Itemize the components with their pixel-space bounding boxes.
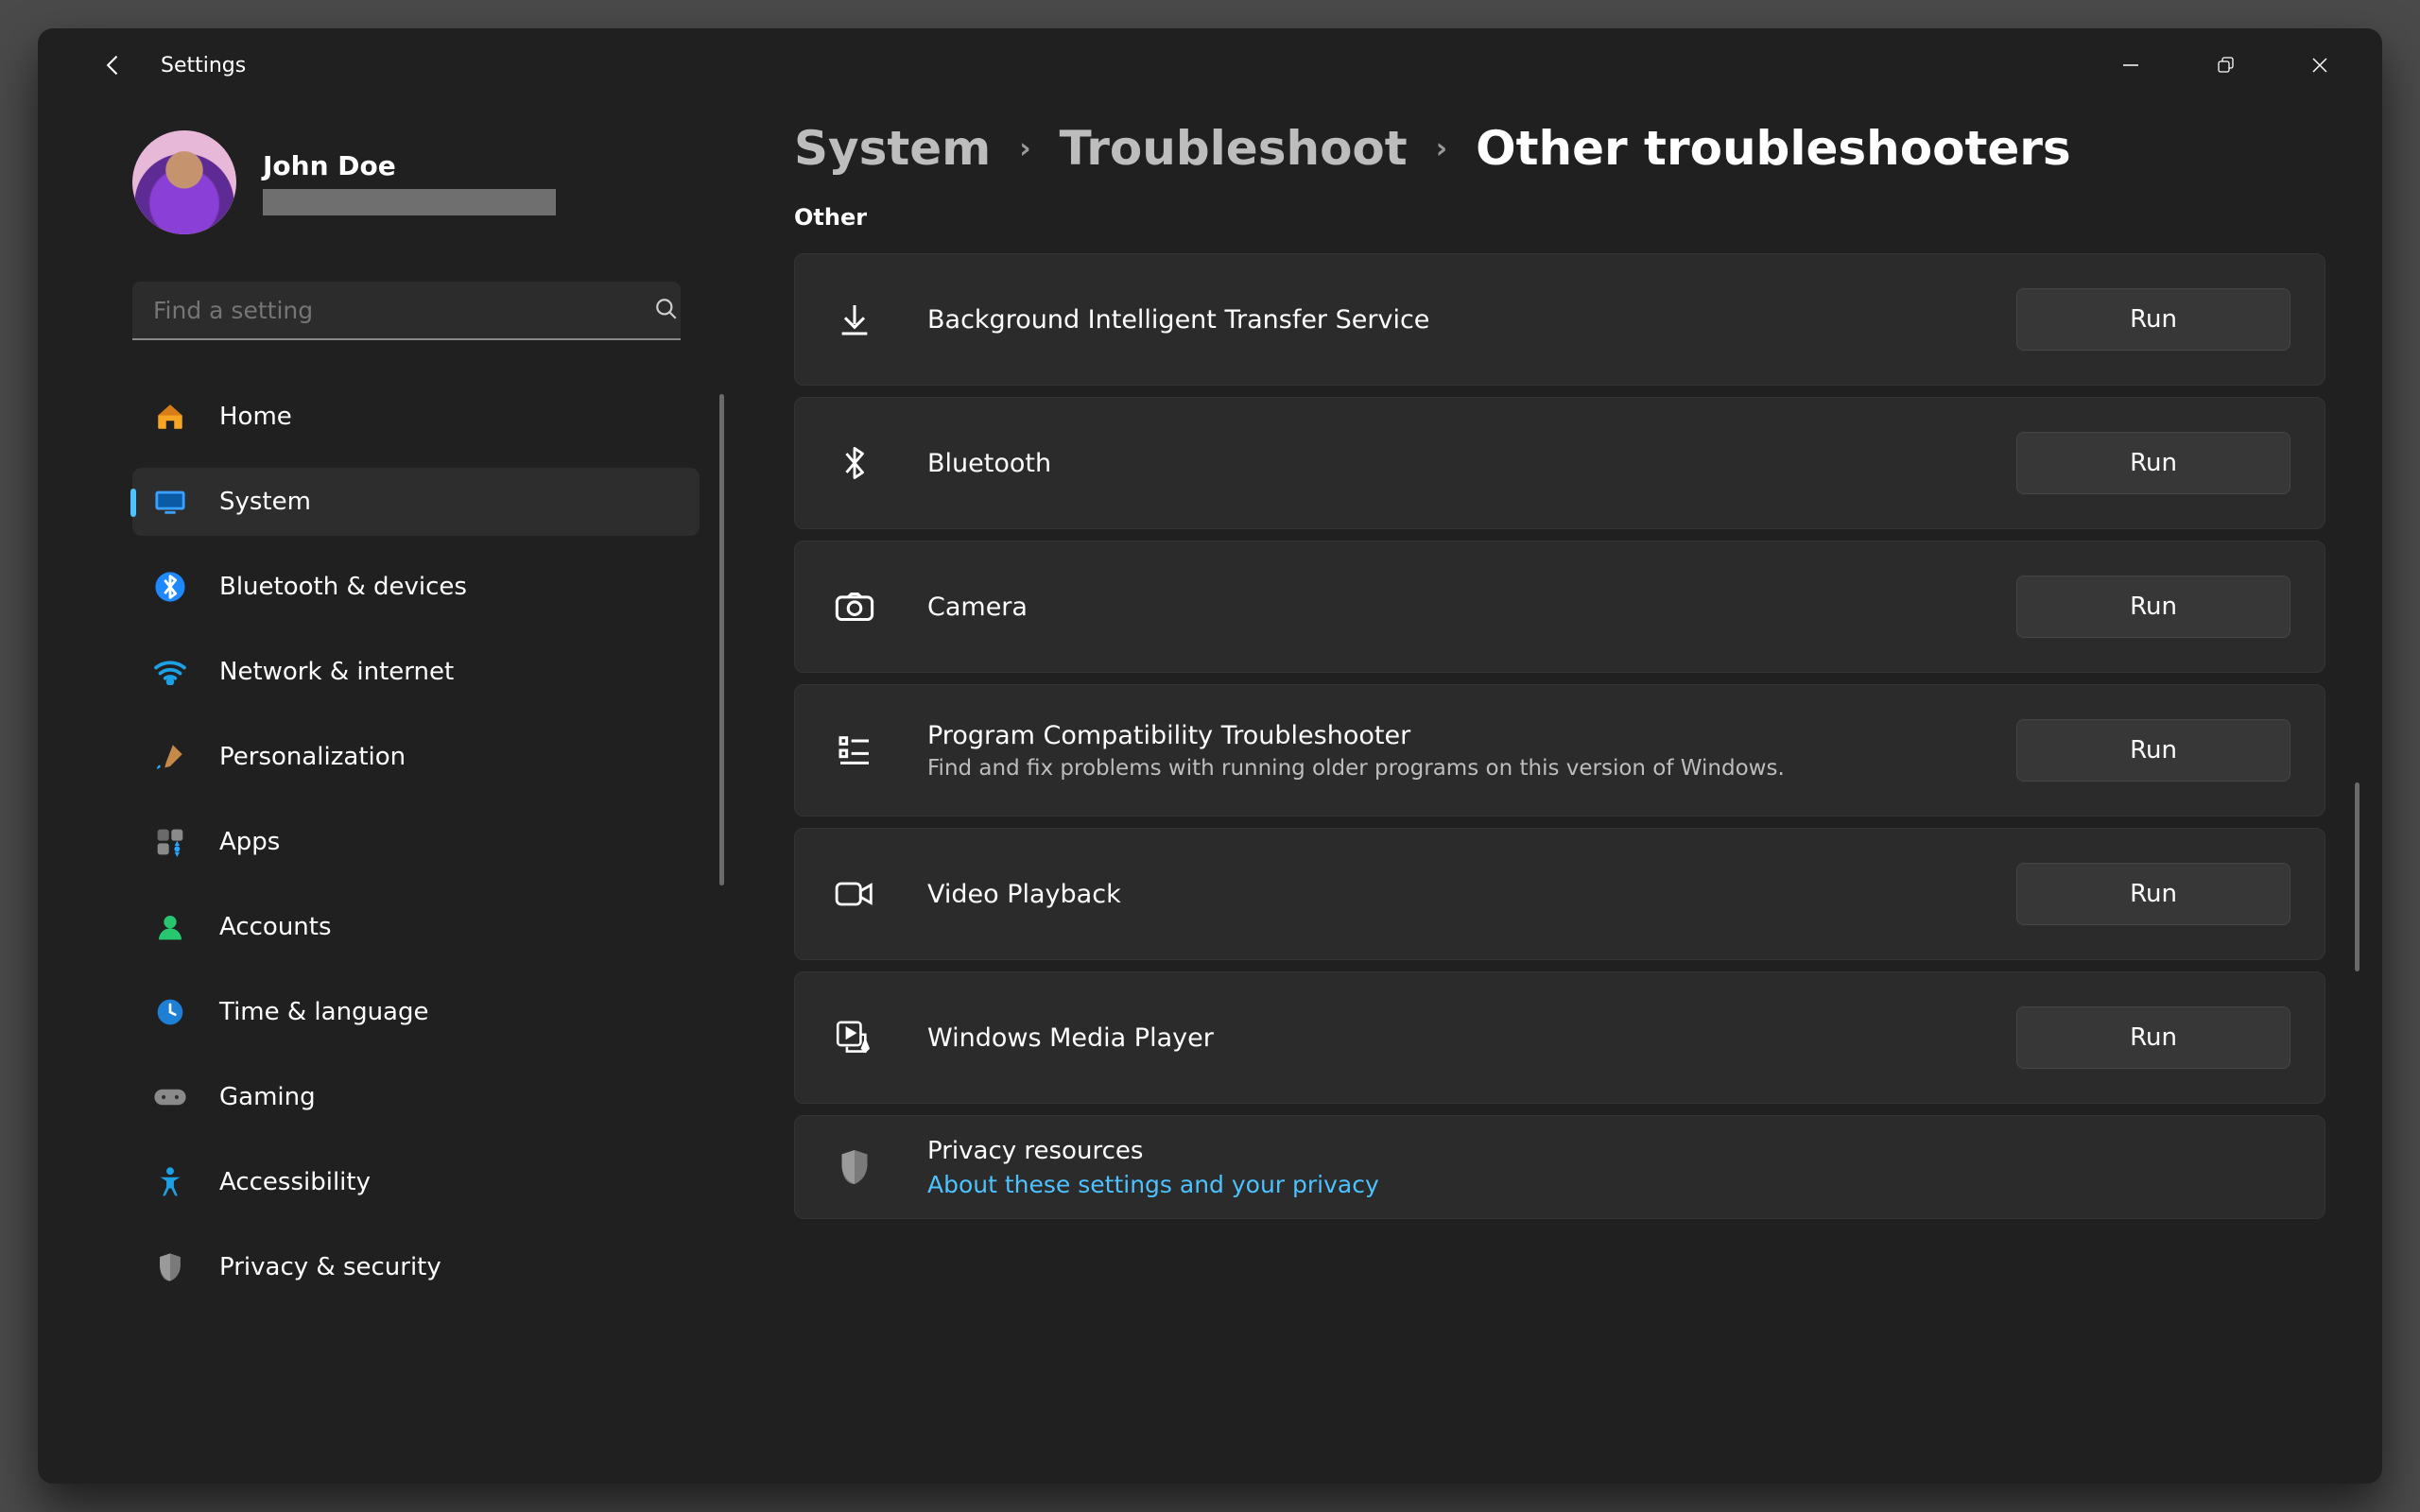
- troubleshooter-title: Background Intelligent Transfer Service: [927, 305, 2016, 335]
- run-button[interactable]: Run: [2016, 576, 2290, 638]
- shield-icon: [829, 1147, 880, 1187]
- gaming-icon: [153, 1080, 187, 1114]
- sidebar-item-accounts[interactable]: Accounts: [132, 893, 700, 961]
- troubleshooter-title: Windows Media Player: [927, 1023, 2016, 1053]
- run-button[interactable]: Run: [2016, 1006, 2290, 1069]
- sidebar-item-label: Time & language: [219, 998, 428, 1026]
- download-icon: [829, 301, 880, 338]
- sidebar-item-label: Accessibility: [219, 1168, 371, 1196]
- run-button[interactable]: Run: [2016, 432, 2290, 494]
- sidebar-item-label: Home: [219, 403, 292, 431]
- settings-window: Settings John Doe: [38, 28, 2382, 1484]
- troubleshooter-row: Windows Media Player Run: [794, 971, 2325, 1104]
- close-button[interactable]: [2273, 37, 2367, 94]
- sidebar-item-label: Accounts: [219, 913, 332, 941]
- run-button[interactable]: Run: [2016, 719, 2290, 782]
- chevron-right-icon: ›: [1019, 132, 1030, 165]
- system-icon: [153, 485, 187, 519]
- maximize-button[interactable]: [2178, 37, 2273, 94]
- list-icon: [829, 731, 880, 769]
- sidebar-item-personalization[interactable]: Personalization: [132, 723, 700, 791]
- sidebar-item-label: Bluetooth & devices: [219, 573, 467, 601]
- accessibility-icon: [153, 1165, 187, 1199]
- nav-list: Home System Bluetooth & devices: [132, 383, 700, 1318]
- main-scrollbar[interactable]: [2355, 782, 2360, 971]
- search-input[interactable]: [132, 282, 681, 340]
- minimize-button[interactable]: [2083, 37, 2178, 94]
- sidebar-item-label: Privacy & security: [219, 1253, 441, 1281]
- sidebar-item-apps[interactable]: Apps: [132, 808, 700, 876]
- wifi-icon: [153, 655, 187, 689]
- main-content: System › Troubleshoot › Other troublesho…: [737, 102, 2382, 1484]
- chevron-right-icon: ›: [1436, 132, 1447, 165]
- sidebar-item-home[interactable]: Home: [132, 383, 700, 451]
- clock-icon: [153, 995, 187, 1029]
- privacy-title: Privacy resources: [927, 1137, 2290, 1165]
- home-icon: [153, 400, 187, 434]
- brush-icon: [153, 740, 187, 774]
- profile-email-redacted: [263, 189, 556, 215]
- troubleshooter-row: Bluetooth Run: [794, 397, 2325, 529]
- sidebar-item-label: Gaming: [219, 1083, 316, 1111]
- search-box[interactable]: [132, 282, 700, 340]
- sidebar-item-label: System: [219, 488, 311, 516]
- breadcrumb-system[interactable]: System: [794, 121, 991, 176]
- window-controls: [2083, 37, 2367, 94]
- sidebar-item-label: Network & internet: [219, 658, 454, 686]
- sidebar-item-privacy-security[interactable]: Privacy & security: [132, 1233, 700, 1301]
- sidebar-item-accessibility[interactable]: Accessibility: [132, 1148, 700, 1216]
- bluetooth-icon: [829, 442, 880, 484]
- sidebar-item-system[interactable]: System: [132, 468, 700, 536]
- camera-icon: [829, 590, 880, 624]
- troubleshooter-title: Bluetooth: [927, 449, 2016, 478]
- media-icon: [829, 1019, 880, 1057]
- profile-name: John Doe: [263, 150, 556, 181]
- troubleshooter-title: Program Compatibility Troubleshooter: [927, 721, 2016, 750]
- sidebar-item-time-language[interactable]: Time & language: [132, 978, 700, 1046]
- bluetooth-icon: [153, 570, 187, 604]
- sidebar-scrollbar[interactable]: [719, 394, 724, 885]
- profile-block[interactable]: John Doe: [132, 130, 700, 234]
- section-other-heading: Other: [794, 204, 2325, 231]
- sidebar-item-gaming[interactable]: Gaming: [132, 1063, 700, 1131]
- back-button[interactable]: [95, 46, 132, 84]
- search-icon: [654, 297, 679, 325]
- troubleshooter-row: Program Compatibility Troubleshooter Fin…: [794, 684, 2325, 816]
- privacy-resources-row: Privacy resources About these settings a…: [794, 1115, 2325, 1219]
- avatar: [132, 130, 236, 234]
- apps-icon: [153, 825, 187, 859]
- troubleshooter-row: Camera Run: [794, 541, 2325, 673]
- troubleshooter-title: Video Playback: [927, 880, 2016, 909]
- titlebar: Settings: [38, 28, 2382, 102]
- sidebar-item-bluetooth[interactable]: Bluetooth & devices: [132, 553, 700, 621]
- video-icon: [829, 878, 880, 910]
- breadcrumb: System › Troubleshoot › Other troublesho…: [794, 121, 2325, 176]
- troubleshooter-title: Camera: [927, 593, 2016, 622]
- shield-icon: [153, 1250, 187, 1284]
- run-button[interactable]: Run: [2016, 863, 2290, 925]
- sidebar-item-network[interactable]: Network & internet: [132, 638, 700, 706]
- troubleshooter-row: Background Intelligent Transfer Service …: [794, 253, 2325, 386]
- breadcrumb-troubleshoot[interactable]: Troubleshoot: [1060, 121, 1408, 176]
- sidebar: John Doe Home: [38, 102, 737, 1484]
- breadcrumb-current: Other troubleshooters: [1476, 121, 2071, 176]
- run-button[interactable]: Run: [2016, 288, 2290, 351]
- privacy-link[interactable]: About these settings and your privacy: [927, 1171, 2290, 1198]
- window-title: Settings: [161, 54, 246, 77]
- troubleshooter-subtitle: Find and fix problems with running older…: [927, 756, 2016, 781]
- troubleshooter-row: Video Playback Run: [794, 828, 2325, 960]
- sidebar-item-label: Personalization: [219, 743, 406, 771]
- sidebar-item-label: Apps: [219, 828, 280, 856]
- account-icon: [153, 910, 187, 944]
